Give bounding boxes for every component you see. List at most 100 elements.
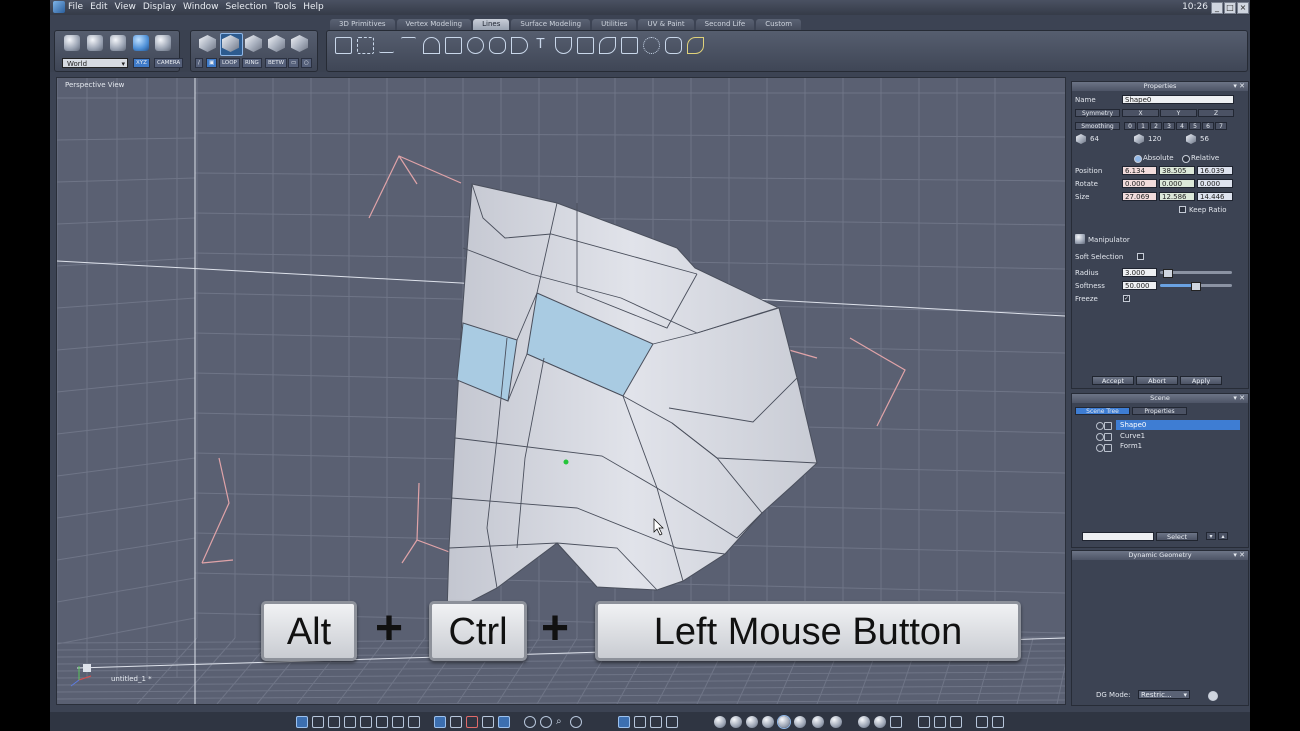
soft-selection-checkbox[interactable] <box>1137 253 1144 260</box>
render-sphere-icon[interactable] <box>830 716 842 728</box>
offset-line-icon[interactable] <box>555 37 572 54</box>
radius-slider-handle[interactable] <box>1163 269 1173 278</box>
minimize-icon[interactable]: _ <box>1211 2 1223 14</box>
horizontal-view-icon[interactable] <box>376 716 388 728</box>
manipulator-tool-icon[interactable] <box>155 35 171 51</box>
quad-view-icon[interactable] <box>312 716 324 728</box>
dg-mode-select[interactable]: Restric... ▾ <box>1138 690 1190 699</box>
eye-icon[interactable] <box>570 716 582 728</box>
relative-radio[interactable] <box>1182 155 1190 163</box>
smoothing-5[interactable]: 5 <box>1189 122 1201 130</box>
name-input[interactable]: Shape0 <box>1122 95 1234 104</box>
move-view-icon[interactable] <box>618 716 630 728</box>
lit-sphere-icon[interactable] <box>794 716 806 728</box>
tab-scene-tree[interactable]: Scene Tree <box>1075 407 1130 415</box>
frame-select-icon[interactable]: ▭ <box>288 58 300 68</box>
symmetry-z[interactable]: Z <box>1198 109 1234 117</box>
size-z-input[interactable]: 14.446 <box>1197 192 1233 201</box>
tree-item-form1[interactable]: Form1 <box>1116 441 1240 451</box>
loop-button[interactable]: LOOP <box>219 58 240 68</box>
shaded-sphere-icon[interactable] <box>762 716 774 728</box>
zoom-selected-icon[interactable] <box>540 716 552 728</box>
smoothing-7[interactable]: 7 <box>1215 122 1227 130</box>
text-tool-icon[interactable]: T <box>533 37 548 52</box>
rectangle-line-icon[interactable] <box>335 37 352 54</box>
arc-line-icon[interactable] <box>423 37 440 54</box>
smoothing-0[interactable]: 0 <box>1124 122 1136 130</box>
accept-button[interactable]: Accept <box>1092 376 1134 385</box>
lasso-select-icon[interactable]: ○ <box>301 58 312 68</box>
pan-view-icon[interactable] <box>650 716 662 728</box>
menu-display[interactable]: Display <box>143 2 176 12</box>
rotate-tool-icon[interactable] <box>87 35 103 51</box>
dolly-view-icon[interactable] <box>666 716 678 728</box>
zoom-fit-icon[interactable] <box>524 716 536 728</box>
symmetry-x[interactable]: X <box>1122 109 1159 117</box>
visibility-icon[interactable] <box>1096 444 1104 452</box>
maximize-icon[interactable]: □ <box>1224 2 1236 14</box>
edit-view-icon[interactable] <box>434 716 446 728</box>
symmetry-button[interactable]: Symmetry <box>1075 109 1120 117</box>
menu-window[interactable]: Window <box>183 2 219 12</box>
edge-mode-cube-icon[interactable] <box>245 35 262 52</box>
tree-item-shape0[interactable]: Shape0 <box>1116 420 1240 430</box>
wireframe-sphere-icon[interactable] <box>714 716 726 728</box>
tab-surface-modeling[interactable]: Surface Modeling <box>511 19 591 30</box>
keep-ratio-checkbox[interactable] <box>1179 206 1186 213</box>
move-tool-icon[interactable] <box>64 35 80 51</box>
softness-input[interactable]: 50.000 <box>1122 281 1157 290</box>
rounded-rect-line-icon[interactable] <box>357 37 374 54</box>
fillet-line-icon[interactable] <box>599 37 616 54</box>
snap-vertex-icon[interactable] <box>950 716 962 728</box>
polyline-icon[interactable] <box>401 37 416 53</box>
camera-icon[interactable] <box>992 716 1004 728</box>
rotate-view-icon[interactable] <box>634 716 646 728</box>
uv-mode-cube-icon[interactable] <box>291 35 308 52</box>
split-view-icon[interactable] <box>328 716 340 728</box>
trim-line-icon[interactable] <box>621 37 638 54</box>
rotate-y-input[interactable]: 0.000 <box>1159 179 1195 188</box>
freehand-line-icon[interactable] <box>379 37 394 53</box>
project-line-icon[interactable] <box>643 37 660 54</box>
smoothing-2[interactable]: 2 <box>1150 122 1162 130</box>
snap-grid-icon[interactable] <box>934 716 946 728</box>
spiral-line-icon[interactable] <box>489 37 506 54</box>
light-sphere-icon[interactable] <box>858 716 870 728</box>
close-icon[interactable]: × <box>1237 2 1249 14</box>
visibility-icon[interactable] <box>1096 433 1104 441</box>
tab-scene-properties[interactable]: Properties <box>1132 407 1187 415</box>
convert-line-icon[interactable] <box>687 37 704 54</box>
textured-sphere-icon[interactable] <box>778 716 790 728</box>
size-x-input[interactable]: 27.069 <box>1122 192 1157 201</box>
xyz-toggle[interactable]: XYZ <box>133 58 150 68</box>
smoothing-4[interactable]: 4 <box>1176 122 1188 130</box>
chevron-up-icon[interactable]: ▴ <box>1218 532 1228 540</box>
render-icon[interactable] <box>976 716 988 728</box>
vertical-view-icon[interactable] <box>392 716 404 728</box>
material-view-icon[interactable] <box>482 716 494 728</box>
lock-icon[interactable] <box>1104 422 1112 430</box>
tab-lines[interactable]: Lines <box>473 19 510 30</box>
freeze-checkbox[interactable]: ✓ <box>1123 295 1130 302</box>
custom-view-icon[interactable] <box>408 716 420 728</box>
coordinate-space-select[interactable]: World ▾ <box>62 58 128 68</box>
bezier-line-icon[interactable] <box>445 37 462 54</box>
smoothing-3[interactable]: 3 <box>1163 122 1175 130</box>
tab-3d-primitives[interactable]: 3D Primitives <box>330 19 395 30</box>
chevron-down-icon[interactable]: ▾ <box>1206 532 1216 540</box>
scene-filter-input[interactable] <box>1082 532 1154 541</box>
absolute-radio[interactable] <box>1134 155 1142 163</box>
select-button[interactable]: Select <box>1156 532 1198 541</box>
smoothing-button[interactable]: Smoothing <box>1075 122 1120 130</box>
radius-input[interactable]: 3.000 <box>1122 268 1157 277</box>
between-button[interactable]: BETW <box>265 58 288 68</box>
matcap-sphere-icon[interactable] <box>812 716 824 728</box>
position-z-input[interactable]: 16.039 <box>1197 166 1233 175</box>
vertex-mode-cube-icon[interactable] <box>268 35 285 52</box>
lock-icon[interactable] <box>1104 433 1112 441</box>
helix-line-icon[interactable] <box>511 37 528 54</box>
triple-view-icon[interactable] <box>344 716 356 728</box>
perspective-viewport[interactable]: Perspective View untitled_1 * Alt + Ctrl… <box>56 77 1066 705</box>
position-x-input[interactable]: 6.134 <box>1122 166 1157 175</box>
close-panel-icon[interactable]: ▾ ✕ <box>1233 82 1245 91</box>
